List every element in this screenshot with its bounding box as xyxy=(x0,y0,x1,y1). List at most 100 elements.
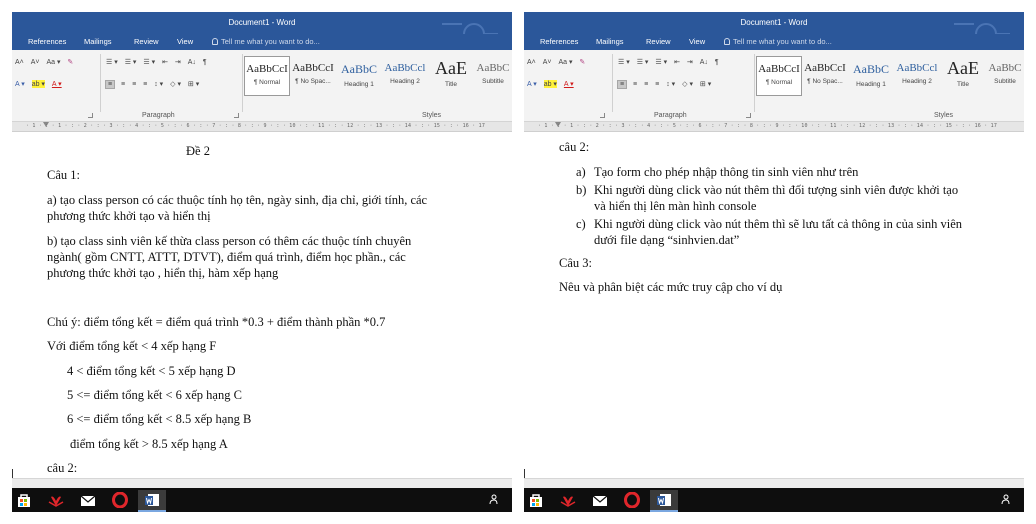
increase-indent-button[interactable]: ⇥ xyxy=(687,58,693,66)
style-heading-2[interactable]: AaBbCcl Heading 2 xyxy=(894,56,940,96)
style-heading-1[interactable]: AaBbC Heading 1 xyxy=(848,56,894,96)
multilevel-list-button[interactable]: ☰ ▾ xyxy=(143,58,155,66)
sort-button[interactable]: A↓ xyxy=(188,59,196,66)
doc-line: a) tạo class person có các thuộc tính họ… xyxy=(47,193,428,207)
group-divider xyxy=(754,54,755,112)
style-heading-1[interactable]: AaBbC Heading 1 xyxy=(336,56,382,96)
line-spacing-button[interactable]: ↕ ▾ xyxy=(666,80,675,88)
highlight-button[interactable]: ab ▾ xyxy=(31,80,45,88)
bullets-button[interactable]: ☰ ▾ xyxy=(106,58,118,66)
document-page[interactable]: Đề 2 Câu 1: a) tạo class person có các t… xyxy=(12,133,512,478)
clear-formatting-button[interactable]: ✎ xyxy=(579,58,585,66)
decrease-indent-button[interactable]: ⇤ xyxy=(162,58,168,66)
paragraph-row-2: ≡ ≡ ≡ ≡ ↕ ▾ ◇ ▾ ⊞ ▾ xyxy=(104,80,204,89)
ranking-line: 6 <= điểm tổng kết < 8.5 xếp hạng B xyxy=(67,412,252,426)
list-item: Tạo form cho phép nhập thông tin sinh vi… xyxy=(594,165,859,179)
align-right-button[interactable]: ≡ xyxy=(644,81,648,88)
style-sample: AaE xyxy=(947,58,979,78)
list-marker: a) xyxy=(576,165,586,179)
word-taskbar-button[interactable] xyxy=(650,490,678,512)
grow-font-button[interactable]: A˄ xyxy=(527,59,536,66)
bullets-button[interactable]: ☰ ▾ xyxy=(618,58,630,66)
paragraph-dialog-launcher-icon[interactable] xyxy=(746,113,751,118)
style-subtitle[interactable]: AaBbC Subtitle xyxy=(474,56,512,96)
tab-review[interactable]: Review xyxy=(134,37,159,46)
style-sample: AaBbC xyxy=(988,62,1022,74)
shrink-font-button[interactable]: A˅ xyxy=(543,59,552,66)
change-case-button[interactable]: Aa ▾ xyxy=(46,58,60,66)
paragraph-row-1: ☰ ▾ ☰ ▾ ☰ ▾ ⇤ ⇥ A↓ ¶ xyxy=(618,58,724,66)
store-icon[interactable] xyxy=(528,492,544,508)
text-effects-button[interactable]: A ▾ xyxy=(527,80,537,88)
grow-font-button[interactable]: A˄ xyxy=(15,59,24,66)
font-dialog-launcher-icon[interactable] xyxy=(88,113,93,118)
doc-line: ngành( gồm CNTT, ATTT, DTVT), điểm quá t… xyxy=(47,250,406,264)
mail-icon[interactable] xyxy=(592,492,608,508)
list-marker: b) xyxy=(576,183,587,197)
font-color-button[interactable]: A ▾ xyxy=(52,80,62,88)
mail-icon[interactable] xyxy=(80,492,96,508)
style-no-spacing[interactable]: AaBbCcI ¶ No Spac... xyxy=(290,56,336,96)
style-title[interactable]: AaE Title xyxy=(428,56,474,96)
justify-button[interactable]: ≡ xyxy=(655,81,659,88)
shading-button[interactable]: ◇ ▾ xyxy=(682,80,693,88)
clear-formatting-button[interactable]: ✎ xyxy=(67,58,73,66)
text-cursor xyxy=(12,469,13,478)
align-left-button[interactable]: ≡ xyxy=(616,80,628,89)
borders-button[interactable]: ⊞ ▾ xyxy=(700,80,711,88)
word-taskbar-button[interactable] xyxy=(138,490,166,512)
style-no-spacing[interactable]: AaBbCcI ¶ No Spac... xyxy=(802,56,848,96)
style-heading-2[interactable]: AaBbCcl Heading 2 xyxy=(382,56,428,96)
numbering-button[interactable]: ☰ ▾ xyxy=(637,58,649,66)
ruler-scale: · 1 · : · 1 · : · 2 · : · 3 · : · 4 · : … xyxy=(538,123,998,129)
show-marks-button[interactable]: ¶ xyxy=(715,59,719,66)
tell-me-box[interactable]: Tell me what you want to do... xyxy=(724,37,832,46)
tab-mailings[interactable]: Mailings xyxy=(596,37,624,46)
sort-button[interactable]: A↓ xyxy=(700,59,708,66)
font-row-1: A˄ A˅ Aa ▾ ✎ xyxy=(527,58,590,66)
huawei-icon[interactable] xyxy=(48,492,64,508)
tab-references[interactable]: References xyxy=(28,37,66,46)
borders-button[interactable]: ⊞ ▾ xyxy=(188,80,199,88)
line-spacing-button[interactable]: ↕ ▾ xyxy=(154,80,163,88)
horizontal-ruler[interactable]: · 1 · : · 1 · : · 2 · : · 3 · : · 4 · : … xyxy=(524,122,1024,132)
text-effects-button[interactable]: A ▾ xyxy=(15,80,25,88)
font-color-button[interactable]: A ▾ xyxy=(564,80,574,88)
style-subtitle[interactable]: AaBbC Subtitle xyxy=(986,56,1024,96)
group-divider xyxy=(612,54,613,112)
huawei-icon[interactable] xyxy=(560,492,576,508)
style-normal[interactable]: AaBbCcI ¶ Normal xyxy=(244,56,290,96)
justify-button[interactable]: ≡ xyxy=(143,81,147,88)
align-center-button[interactable]: ≡ xyxy=(121,81,125,88)
people-icon[interactable] xyxy=(488,494,498,505)
tab-review[interactable]: Review xyxy=(646,37,671,46)
paragraph-dialog-launcher-icon[interactable] xyxy=(234,113,239,118)
change-case-button[interactable]: Aa ▾ xyxy=(558,58,572,66)
font-dialog-launcher-icon[interactable] xyxy=(600,113,605,118)
style-normal[interactable]: AaBbCcI ¶ Normal xyxy=(756,56,802,96)
tab-view[interactable]: View xyxy=(177,37,193,46)
opera-icon[interactable] xyxy=(112,492,128,508)
tab-mailings[interactable]: Mailings xyxy=(84,37,112,46)
tab-references[interactable]: References xyxy=(540,37,578,46)
tell-me-box[interactable]: Tell me what you want to do... xyxy=(212,37,320,46)
ribbon-tabs: References Mailings Review View Tell me … xyxy=(12,34,512,50)
document-page[interactable]: câu 2: a) Tạo form cho phép nhập thông t… xyxy=(524,133,1024,478)
numbering-button[interactable]: ☰ ▾ xyxy=(125,58,137,66)
opera-icon[interactable] xyxy=(624,492,640,508)
highlight-button[interactable]: ab ▾ xyxy=(543,80,557,88)
show-marks-button[interactable]: ¶ xyxy=(203,59,207,66)
store-icon[interactable] xyxy=(16,492,32,508)
shading-button[interactable]: ◇ ▾ xyxy=(170,80,181,88)
align-left-button[interactable]: ≡ xyxy=(104,80,116,89)
multilevel-list-button[interactable]: ☰ ▾ xyxy=(655,58,667,66)
tab-view[interactable]: View xyxy=(689,37,705,46)
align-center-button[interactable]: ≡ xyxy=(633,81,637,88)
people-icon[interactable] xyxy=(1000,494,1010,505)
decrease-indent-button[interactable]: ⇤ xyxy=(674,58,680,66)
align-right-button[interactable]: ≡ xyxy=(132,81,136,88)
shrink-font-button[interactable]: A˅ xyxy=(31,59,40,66)
style-title[interactable]: AaE Title xyxy=(940,56,986,96)
horizontal-ruler[interactable]: · 1 · : · 1 · : · 2 · : · 3 · : · 4 · : … xyxy=(12,122,512,132)
increase-indent-button[interactable]: ⇥ xyxy=(175,58,181,66)
